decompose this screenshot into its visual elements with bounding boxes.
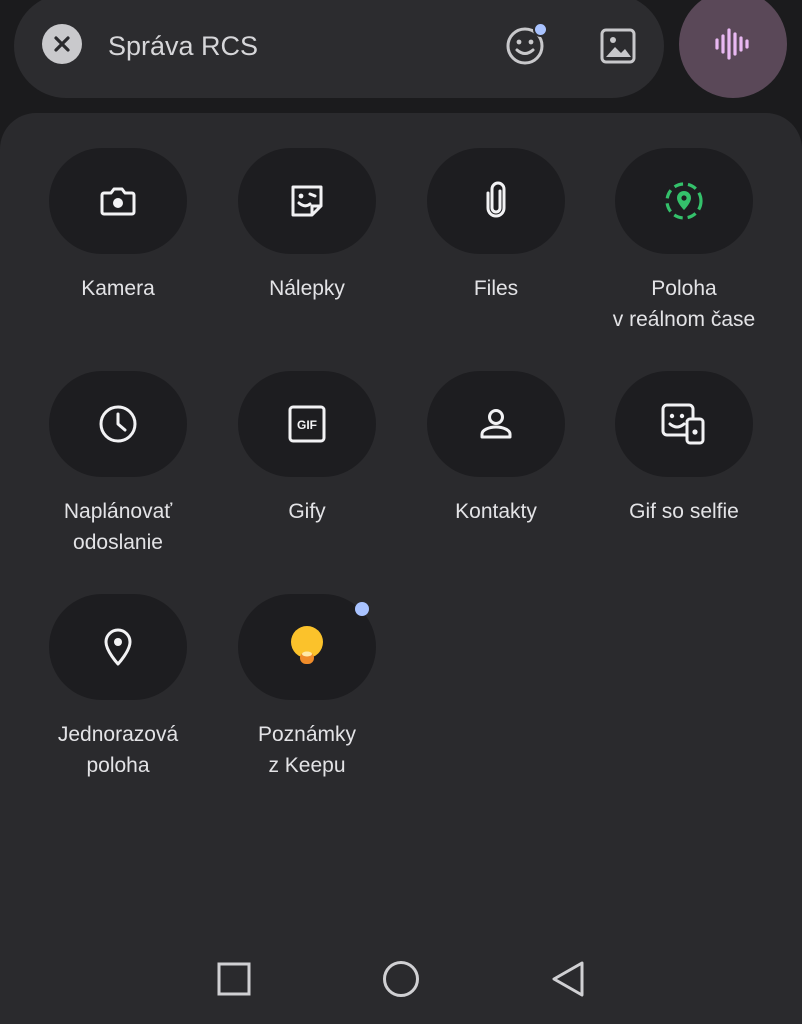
gifs-button[interactable]: GIF — [238, 371, 376, 477]
attach-label: Poloha v reálnom čase — [612, 277, 756, 331]
selfie-gif-icon — [660, 402, 708, 446]
live-location-button[interactable] — [615, 148, 753, 254]
attach-label: Jednorazová poloha — [57, 723, 179, 777]
attach-label: Gify — [288, 500, 326, 523]
attach-camera[interactable]: Kamera — [30, 148, 206, 304]
system-nav-bar — [0, 940, 802, 1024]
paperclip-icon — [476, 181, 516, 221]
sticker-icon — [286, 180, 328, 222]
stickers-button[interactable] — [238, 148, 376, 254]
emoji-notification-dot — [533, 22, 548, 37]
selfie-gif-button[interactable] — [615, 371, 753, 477]
back-triangle-icon[interactable] — [549, 960, 587, 998]
attach-live-location[interactable]: Poloha v reálnom čase — [596, 148, 772, 335]
attach-gifs[interactable]: GIF Gify — [219, 371, 395, 527]
camera-icon — [98, 181, 138, 221]
attach-label: Naplánovať odoslanie — [63, 500, 173, 554]
compose-bar — [14, 0, 664, 98]
attach-one-time-location[interactable]: Jednorazová poloha — [30, 594, 206, 781]
keep-notification-dot — [355, 602, 369, 616]
attach-stickers[interactable]: Nálepky — [219, 148, 395, 304]
attach-schedule[interactable]: Naplánovať odoslanie — [30, 371, 206, 558]
voice-waveform-icon — [713, 26, 753, 62]
attach-contacts[interactable]: Kontakty — [408, 371, 584, 527]
camera-button[interactable] — [49, 148, 187, 254]
contact-icon — [476, 404, 516, 444]
attachment-panel: Kamera Nálepky Files Poloha v reálnom ča… — [0, 113, 802, 1024]
svg-text:GIF: GIF — [297, 418, 317, 432]
home-circle-icon[interactable] — [382, 960, 420, 998]
live-location-icon — [662, 179, 706, 223]
contacts-button[interactable] — [427, 371, 565, 477]
schedule-button[interactable] — [49, 371, 187, 477]
gallery-icon[interactable] — [596, 24, 640, 68]
attach-keep-notes[interactable]: Poznámky z Keepu — [219, 594, 395, 781]
attach-label: Kontakty — [455, 500, 537, 523]
attach-selfie-gif[interactable]: Gif so selfie — [596, 371, 772, 527]
attach-label: Nálepky — [269, 277, 345, 300]
keep-bulb-icon — [287, 624, 327, 670]
one-time-location-button[interactable] — [49, 594, 187, 700]
message-input[interactable] — [108, 24, 468, 68]
files-button[interactable] — [427, 148, 565, 254]
attach-label: Files — [473, 277, 519, 300]
voice-message-button[interactable] — [679, 0, 787, 98]
attach-files[interactable]: Files — [408, 148, 584, 304]
attach-label: Kamera — [81, 277, 155, 300]
recents-square-icon[interactable] — [217, 962, 251, 996]
messages-screen: Kamera Nálepky — [0, 0, 802, 1024]
attach-label: Gif so selfie — [629, 500, 739, 523]
attach-label: Poznámky z Keepu — [257, 723, 357, 777]
gif-icon: GIF — [286, 403, 328, 445]
clock-icon — [97, 403, 139, 445]
keep-notes-button[interactable] — [238, 594, 376, 700]
close-icon[interactable] — [42, 24, 82, 64]
location-pin-icon — [98, 626, 138, 668]
